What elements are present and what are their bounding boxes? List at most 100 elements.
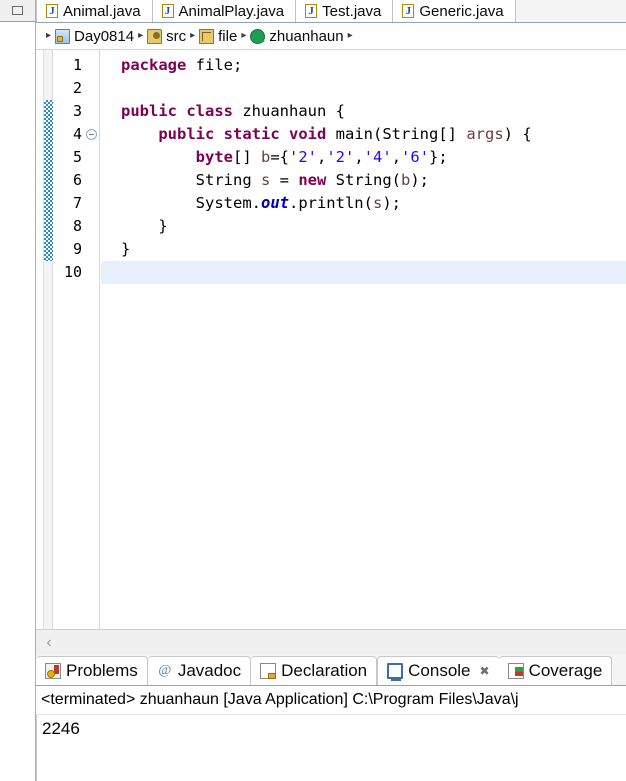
code-line[interactable]: } [101,238,626,261]
javadoc-icon: @ [158,663,172,678]
code-token-lvar: args [466,125,504,143]
line-number-gutter: 1 2 3 4 5 6 7 8 9 10 [53,50,100,629]
view-tab-label: Coverage [528,661,603,680]
console-launch-label: <terminated> zhuanhaun [Java Application… [36,686,626,715]
code-line[interactable]: byte[] b={'2','2','4','6'}; [101,146,626,169]
code-token-str: '6' [401,148,430,166]
code-token-plain: ) { [503,125,532,143]
code-token-kw: public [121,102,177,120]
console-left-border [36,715,37,781]
code-token-plain: , [317,148,327,166]
restore-icon [12,6,23,15]
view-tab-label: Console [408,661,471,680]
editor-tab-animalplay-java[interactable]: AnimalPlay.java [152,0,297,22]
view-tab-label: Problems [66,661,138,680]
code-token-plain: zhuanhaun { [233,102,345,120]
line-number: 8 [72,217,82,235]
project-icon [55,28,71,44]
code-token-kw: class [186,102,234,120]
code-line[interactable]: System.out.println(s); [101,192,626,215]
code-line[interactable] [101,261,626,284]
breadcrumb-item-zhuanhaun[interactable]: zhuanhaun [250,27,344,45]
java-file-icon [305,4,318,18]
view-tab-label: Javadoc [177,661,242,680]
view-tab-console[interactable]: Console ✖ [377,656,499,685]
breadcrumb-label: zhuanhaun [269,27,344,45]
editor-area: Animal.java AnimalPlay.java Test.java Gener… [36,0,626,658]
breadcrumb-separator-icon: ▸ [46,30,52,41]
code-token-plain: ={ [270,148,289,166]
code-editor[interactable]: 1 2 3 4 5 6 7 8 9 10 package file; public class zh… [36,50,626,629]
line-number: 2 [72,79,82,97]
code-token-kw: new [298,171,327,189]
code-token-lvar: s [260,171,271,189]
code-token-str: '4' [363,148,392,166]
breadcrumb-item-file[interactable]: file [199,28,237,45]
code-line[interactable] [101,77,626,100]
problems-icon [45,663,61,679]
editor-tab-generic-java[interactable]: Generic.java [393,0,516,22]
view-tab-coverage[interactable]: Coverage [498,656,613,685]
line-number: 1 [72,56,82,74]
code-token-kw: package [121,56,187,74]
line-number: 7 [72,194,82,212]
code-line[interactable]: String s = new String(b); [101,169,626,192]
line-number: 6 [72,171,82,189]
package-icon [199,28,215,44]
console-output[interactable]: 2246 [36,715,626,781]
line-number: 10 [63,263,82,281]
change-indicator-bar [44,50,53,629]
code-token-plain: }; [429,148,448,166]
code-line[interactable]: } [101,215,626,238]
close-icon[interactable]: ✖ [480,664,490,678]
code-token-plain: .println( [288,194,373,212]
code-token-plain: , [354,148,364,166]
code-token-plain: = [270,171,299,189]
code-token-plain: [] [232,148,261,166]
editor-tab-label: AnimalPlay.java [178,2,285,20]
code-line[interactable]: public static void main(String[] args) { [101,123,626,146]
overview-ruler [36,50,44,629]
class-icon [250,28,266,44]
console-icon [387,663,404,681]
code-token-kw: public [158,125,215,143]
view-tab-javadoc[interactable]: @ Javadoc [147,656,252,685]
editor-tab-animal-java[interactable]: Animal.java [36,0,153,22]
code-token-plain: file; [186,56,243,74]
code-token-kw: static [223,125,280,143]
changed-lines-marker [44,100,53,261]
line-number: 3 [72,102,82,120]
view-tab-declaration[interactable]: Declaration [251,656,378,685]
code-line[interactable]: package file; [101,54,626,77]
console-view: Problems @ Javadoc Declaration Console ✖ Cover… [36,655,626,781]
code-token-str: '2' [326,148,355,166]
fold-collapse-icon[interactable] [86,129,97,140]
code-token-plain: ); [382,194,401,212]
code-text[interactable]: package file; public class zhuanhaun { pu… [101,50,626,629]
editor-horizontal-scrollbar[interactable]: ‹ [36,629,626,655]
source-folder-icon [147,28,163,44]
scrollbar-track[interactable] [62,630,626,656]
editor-tab-label: Generic.java [419,2,504,20]
breadcrumb-label: file [218,27,238,45]
scroll-left-icon[interactable]: ‹ [36,634,62,652]
code-token-plain: } [121,240,131,258]
line-number: 5 [72,148,82,166]
code-line[interactable]: public class zhuanhaun { [101,100,626,123]
view-tab-label: Declaration [281,661,368,680]
code-token-plain: ); [410,171,429,189]
code-token-lvar: s [372,194,383,212]
code-token-plain: main(String[] [326,125,467,143]
breadcrumb-label: Day0814 [74,27,135,45]
editor-tab-label: Test.java [322,2,382,20]
editor-tab-label: Animal.java [63,2,141,20]
java-file-icon [161,4,174,18]
view-tab-problems[interactable]: Problems [36,656,148,685]
breadcrumb-item-src[interactable]: src [147,28,186,45]
breadcrumb-item-day0814[interactable]: Day0814 [55,28,134,45]
restore-button[interactable] [0,0,35,22]
editor-tab-test-java[interactable]: Test.java [296,0,394,22]
